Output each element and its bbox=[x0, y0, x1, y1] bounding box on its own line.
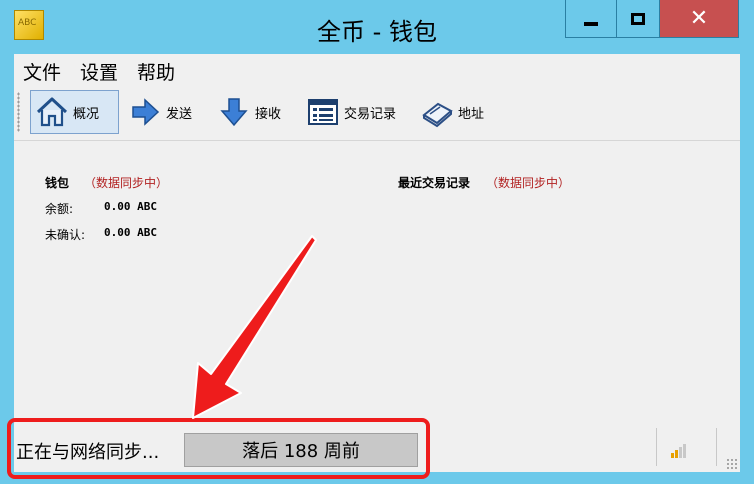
app-window: ABC 全币 - 钱包 ✕ 文件 设置 帮助 概况 发送 接收 交易记录 地址 … bbox=[0, 0, 754, 484]
tab-receive[interactable]: 接收 bbox=[213, 90, 283, 134]
menu-file[interactable]: 文件 bbox=[23, 58, 61, 85]
minimize-button[interactable] bbox=[565, 0, 617, 38]
tab-overview[interactable]: 概况 bbox=[30, 90, 119, 134]
minimize-icon bbox=[584, 21, 598, 26]
tab-address-book[interactable]: 地址 bbox=[416, 90, 486, 134]
balance-label: 余额: bbox=[45, 202, 74, 216]
maximize-button[interactable] bbox=[616, 0, 660, 38]
recent-transactions-sync-status: （数据同步中） bbox=[486, 176, 571, 190]
maximize-icon bbox=[631, 12, 645, 25]
wallet-heading: 钱包 bbox=[45, 176, 70, 190]
recent-transactions-heading: 最近交易记录 bbox=[398, 176, 471, 190]
home-icon bbox=[35, 95, 69, 129]
menu-settings[interactable]: 设置 bbox=[80, 58, 118, 85]
menu-bar: 文件 设置 帮助 bbox=[14, 54, 740, 86]
send-arrow-icon bbox=[128, 95, 162, 129]
wallet-sync-status: （数据同步中） bbox=[84, 176, 169, 190]
toolbar-grip[interactable] bbox=[17, 92, 20, 132]
tab-transactions-label: 交易记录 bbox=[344, 106, 397, 122]
close-button[interactable]: ✕ bbox=[659, 0, 739, 38]
tab-address-book-label: 地址 bbox=[458, 106, 485, 122]
tab-send-label: 发送 bbox=[166, 106, 193, 122]
address-book-icon bbox=[420, 95, 454, 129]
resize-grip[interactable] bbox=[726, 458, 738, 470]
client-area: 文件 设置 帮助 概况 发送 接收 交易记录 地址 钱包 （数据同步中） 余额:… bbox=[14, 54, 740, 472]
status-separator bbox=[716, 428, 717, 466]
tab-transactions[interactable]: 交易记录 bbox=[302, 90, 402, 134]
balance-value: 0.00 ABC bbox=[104, 200, 157, 213]
close-icon: ✕ bbox=[689, 5, 709, 31]
tab-overview-label: 概况 bbox=[73, 106, 100, 122]
status-separator bbox=[656, 428, 657, 466]
title-bar[interactable]: ABC 全币 - 钱包 ✕ bbox=[0, 0, 754, 54]
annotation-highlight-box bbox=[7, 418, 430, 479]
tab-send[interactable]: 发送 bbox=[124, 90, 194, 134]
unconfirmed-label: 未确认: bbox=[45, 228, 86, 242]
receive-arrow-icon bbox=[217, 95, 251, 129]
tab-receive-label: 接收 bbox=[255, 106, 282, 122]
toolbar: 概况 发送 接收 交易记录 地址 bbox=[14, 86, 740, 141]
menu-help[interactable]: 帮助 bbox=[137, 58, 175, 85]
network-signal-icon[interactable] bbox=[671, 440, 691, 458]
transaction-list-icon bbox=[306, 95, 340, 129]
unconfirmed-value: 0.00 ABC bbox=[104, 226, 157, 239]
